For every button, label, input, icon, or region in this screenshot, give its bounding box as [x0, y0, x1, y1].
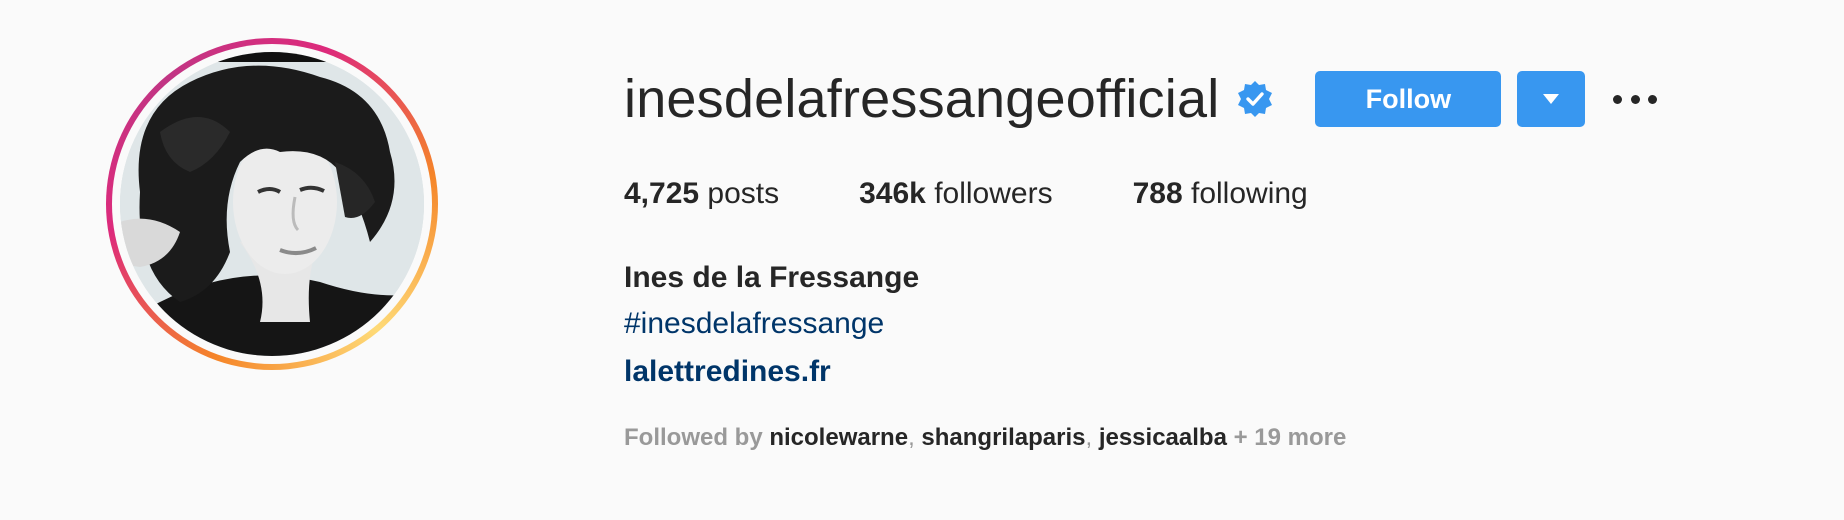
story-ring-avatar[interactable]	[106, 38, 438, 370]
posts-stat: 4,725 posts	[624, 174, 779, 214]
caret-down-icon	[1543, 94, 1560, 104]
ellipsis-icon	[1648, 94, 1658, 104]
website-link[interactable]: lalettredines.fr	[624, 352, 831, 392]
separator: ,	[1085, 424, 1099, 451]
bio-hashtag-link[interactable]: #inesdelafressange	[624, 304, 884, 344]
more-options-button[interactable]	[1613, 77, 1658, 121]
following-link[interactable]: 788 following	[1133, 174, 1308, 214]
followed-by-prefix: Followed by	[624, 424, 763, 451]
posts-count: 4,725	[624, 177, 700, 210]
followers-label: followers	[925, 177, 1053, 210]
ellipsis-icon	[1613, 94, 1623, 104]
follower-link-nicolewarne[interactable]: nicolewarne	[769, 424, 908, 451]
full-name: Ines de la Fressange	[624, 261, 920, 294]
ellipsis-icon	[1630, 94, 1640, 104]
avatar	[120, 52, 424, 356]
verified-badge-icon	[1235, 79, 1275, 119]
followers-link[interactable]: 346k followers	[859, 174, 1052, 214]
following-count: 788	[1132, 177, 1183, 210]
follower-link-jessicaalba[interactable]: jessicaalba	[1099, 424, 1227, 451]
follower-link-shangrilaparis[interactable]: shangrilaparis	[921, 424, 1085, 451]
profile-header: inesdelafressangeofficial Follow 4,725 p…	[0, 0, 1844, 520]
username: inesdelafressangeofficial	[624, 69, 1220, 129]
more-followers-link[interactable]: + 19 more	[1234, 424, 1347, 451]
posts-label: posts	[699, 177, 780, 210]
profile-stats: 4,725 posts 346k followers 788 following	[624, 174, 1388, 214]
follow-button[interactable]: Follow	[1315, 71, 1502, 127]
separator: ,	[908, 424, 922, 451]
followed-by: Followed by nicolewarne, shangrilaparis,…	[624, 422, 1346, 454]
title-row: inesdelafressangeofficial Follow	[624, 62, 1658, 136]
profile-photo-icon	[120, 52, 424, 356]
following-label: following	[1182, 177, 1308, 210]
followers-count: 346k	[859, 177, 926, 210]
suggestions-dropdown-button[interactable]	[1517, 71, 1586, 127]
